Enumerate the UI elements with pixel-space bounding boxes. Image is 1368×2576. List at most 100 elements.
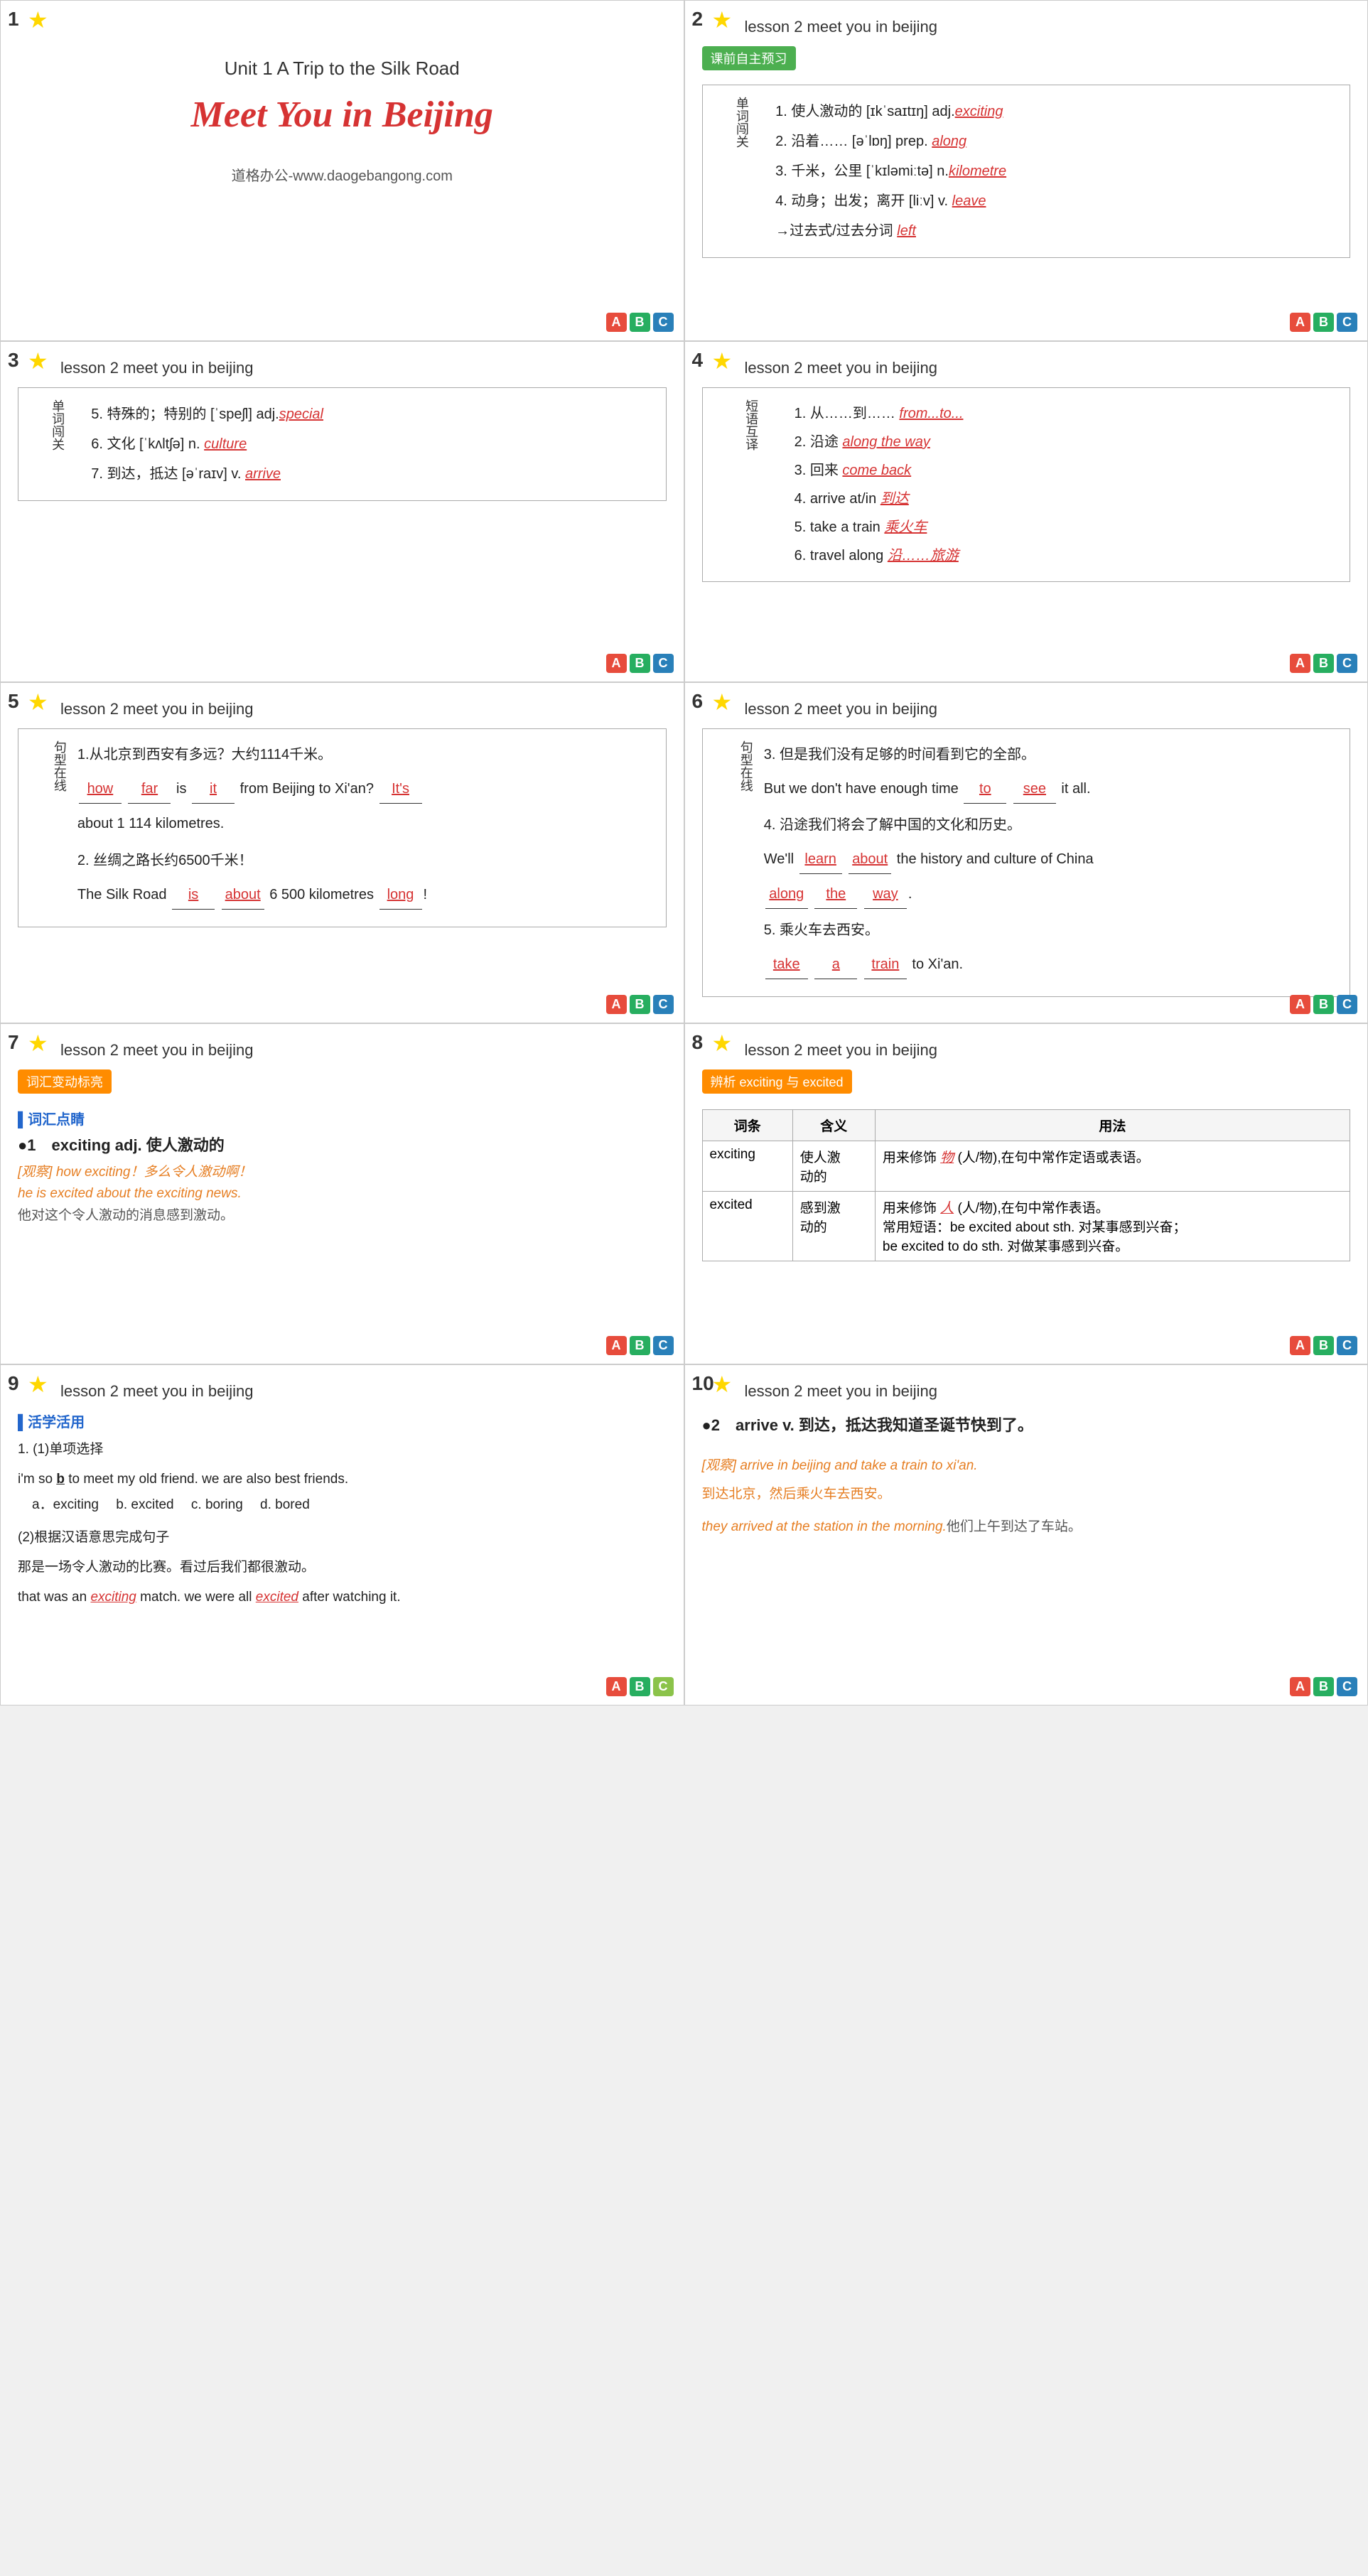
answer-6: culture	[204, 436, 247, 452]
cell-10-example-zh1: 到达北京，然后乘火车去西安。	[702, 1482, 1351, 1507]
vocab-item-5: 5. 特殊的；特别的 [ˈspeʃl] adj.special	[91, 399, 652, 429]
sent-6-1-zh: 3. 但是我们没有足够的时间看到它的全部。	[764, 740, 1334, 769]
cell-7-example2: 他对这个令人激动的消息感到激动。	[18, 1205, 667, 1224]
option-a: a．exciting	[32, 1497, 112, 1512]
phrase-4: 4. arrive at/in 到达	[795, 485, 1337, 513]
cell-10: 10 ★ lesson 2 meet you in beijing ●2 arr…	[684, 1364, 1368, 1705]
option-b: b. excited	[116, 1497, 187, 1512]
cell-4-number: 4	[692, 349, 704, 372]
cell-8-lesson: lesson 2 meet you in beijing	[745, 1041, 1351, 1060]
blank-train2: train	[864, 950, 907, 979]
cell-2: 2 ★ lesson 2 meet you in beijing 课前自主预习 …	[684, 0, 1368, 341]
cell-1: 1 ★ Unit 1 A Trip to the Silk Road Meet …	[0, 0, 684, 341]
abc-b-10: B	[1313, 1677, 1334, 1696]
practice-english-2: that was an exciting match. we were all …	[18, 1585, 667, 1610]
answer-letter: b	[56, 1472, 65, 1487]
cell-7-lesson: lesson 2 meet you in beijing	[60, 1041, 667, 1060]
cell-10-lesson: lesson 2 meet you in beijing	[745, 1382, 1351, 1401]
practice-title-2: (2)根据汉语意思完成句子	[18, 1525, 667, 1551]
cell-5-side-label: 句型在线	[34, 740, 76, 915]
cell-9-section-header: ▌活学活用	[18, 1411, 667, 1431]
abc-a-1: A	[606, 313, 627, 332]
blank-its: It's	[379, 775, 422, 804]
vocab-item-2: 2. 沿着…… [əˈlɒŋ] prep. along	[775, 126, 1337, 156]
sent-6-1-en: But we don't have enough time to see it …	[764, 775, 1334, 804]
answer-7: arrive	[245, 466, 281, 482]
abc-c-4: C	[1337, 654, 1357, 673]
vocab-item-4: 4. 动身；出发；离开 [liːv] v. leave	[775, 186, 1337, 216]
abc-b-3: B	[630, 654, 650, 673]
abc-b-9: B	[630, 1677, 650, 1696]
abc-c-6: C	[1337, 995, 1357, 1014]
sent-6-3-zh: 5. 乘火车去西安。	[764, 916, 1334, 944]
cell-2-vocab-box: 单词闯关 1. 使人激动的 [ɪkˈsaɪtɪŋ] adj.exciting 2…	[702, 85, 1351, 258]
cell-3: 3 ★ lesson 2 meet you in beijing 单词闯关 5.…	[0, 341, 684, 682]
abc-icons-8: A B C	[1290, 1336, 1357, 1355]
abc-c-7: C	[653, 1336, 674, 1355]
sent-6-2-zh: 4. 沿途我们将会了解中国的文化和历史。	[764, 811, 1334, 839]
phrase-answer-5: 乘火车	[884, 519, 927, 535]
abc-b-7: B	[630, 1336, 650, 1355]
abc-c-2: C	[1337, 313, 1357, 332]
abc-a-4: A	[1290, 654, 1310, 673]
unit-title: Unit 1 A Trip to the Silk Road	[18, 58, 667, 80]
sent-line-2-en: The Silk Road is about 6 500 kilometres …	[77, 880, 650, 910]
cell-7-number: 7	[8, 1031, 19, 1054]
blank-about2: about	[849, 845, 891, 874]
cell-5: 5 ★ lesson 2 meet you in beijing 句型在线 1.…	[0, 682, 684, 1023]
cell-7: 7 ★ lesson 2 meet you in beijing 词汇变动标亮 …	[0, 1023, 684, 1364]
practice-chinese-2: 那是一场令人激动的比赛。看过后我们都很激动。	[18, 1555, 667, 1580]
abc-icons-5: A B C	[606, 995, 674, 1014]
answer-4-extra: left	[897, 223, 916, 239]
usage-exciting: 用来修饰 物 (人/物),在句中常作定语或表语。	[875, 1141, 1350, 1192]
star-icon-1: ★	[28, 6, 48, 33]
abc-b-2: B	[1313, 313, 1334, 332]
obj-exciting: 物	[940, 1150, 954, 1165]
abc-b-6: B	[1313, 995, 1334, 1014]
abc-icons-2: A B C	[1290, 313, 1357, 332]
answer-3: kilometre	[949, 163, 1006, 179]
abc-c-3: C	[653, 654, 674, 673]
cell-4-lesson: lesson 2 meet you in beijing	[745, 359, 1351, 377]
cell-6-number: 6	[692, 690, 704, 713]
phrase-answer-6: 沿……旅游	[888, 548, 959, 564]
answer-1: exciting	[955, 104, 1003, 119]
option-c: c. boring	[191, 1497, 257, 1512]
vocab-item-7: 7. 到达，抵达 [əˈraɪv] v. arrive	[91, 459, 652, 489]
blank-way: way	[864, 880, 907, 909]
main-title: Meet You in Beijing	[18, 94, 667, 136]
usage-excited: 用来修饰 人 (人/物),在句中常作表语。 常用短语：be excited ab…	[875, 1192, 1350, 1261]
abc-b-5: B	[630, 995, 650, 1014]
cell-7-observe: [观察] how exciting！多么令人激动啊！	[18, 1161, 667, 1180]
abc-icons-7: A B C	[606, 1336, 674, 1355]
phrase-2: 2. 沿途 along the way	[795, 428, 1337, 456]
abc-a-7: A	[606, 1336, 627, 1355]
cell-3-lesson: lesson 2 meet you in beijing	[60, 359, 667, 377]
phrase-answer-2: along the way	[842, 434, 930, 450]
sent-line-1-en: how far is it from Beijing to Xi'an? It'…	[77, 775, 650, 804]
star-icon-3: ★	[28, 347, 48, 374]
sent-6-3-en: take a train to Xi'an.	[764, 950, 1334, 979]
cell-5-sent-content: 1.从北京到西安有多远？大约1114千米。 how far is it from…	[77, 740, 650, 915]
cell-9-number: 9	[8, 1372, 19, 1395]
blank-along: along	[765, 880, 808, 909]
cell-4: 4 ★ lesson 2 meet you in beijing 短语互译 1.…	[684, 341, 1368, 682]
abc-b-1: B	[630, 313, 650, 332]
answer-5: special	[279, 406, 323, 422]
blank-excited2: excited	[256, 1590, 298, 1605]
cell-6: 6 ★ lesson 2 meet you in beijing 句型在线 3.…	[684, 682, 1368, 1023]
abc-b-8: B	[1313, 1336, 1334, 1355]
vocab-item-6: 6. 文化 [ˈkʌltʃə] n. culture	[91, 429, 652, 459]
phrase-5: 5. take a train 乘火车	[795, 513, 1337, 541]
star-icon-7: ★	[28, 1030, 48, 1057]
cell-9-lesson: lesson 2 meet you in beijing	[60, 1382, 667, 1401]
table-row-exciting: exciting 使人激动的 用来修饰 物 (人/物),在句中常作定语或表语。	[702, 1141, 1350, 1192]
abc-a-6: A	[1290, 995, 1310, 1014]
cell-9-practice: 1. (1)单项选择 i'm so b to meet my old frien…	[18, 1437, 667, 1611]
blank-a-train: a	[814, 950, 857, 979]
star-icon-9: ★	[28, 1371, 48, 1398]
cell-2-side-label: 单词闯关	[716, 97, 775, 246]
answer-2: along	[932, 134, 966, 149]
cell-10-word: ●2 arrive v. 到达，抵达我知道圣诞节快到了。	[702, 1411, 1351, 1440]
phrase-answer-4: 到达	[880, 491, 909, 507]
